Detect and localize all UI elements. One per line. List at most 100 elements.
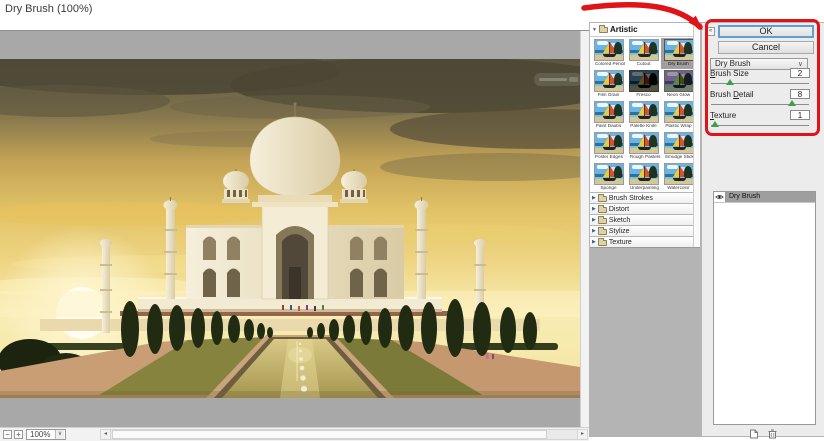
filter-controls-pane: « OK Cancel Dry Brush ∨ Brush Size 2 Bru… bbox=[701, 22, 824, 439]
triangle-right-icon: ▶ bbox=[592, 217, 596, 223]
filter-thumbnail-image bbox=[593, 163, 624, 185]
filter-thumbnail-label: Poster Edges bbox=[594, 155, 623, 160]
filter-thumbnail-label: Palette Knife bbox=[630, 124, 657, 129]
filter-thumbnail[interactable]: Paint Daubs bbox=[591, 100, 626, 131]
filter-thumbnail[interactable]: Fresco bbox=[626, 69, 661, 100]
folder-icon bbox=[597, 226, 607, 235]
filter-thumbnail-label: Sponge bbox=[600, 186, 617, 191]
filter-category-artistic[interactable]: ▼ Artistic bbox=[590, 23, 700, 37]
filter-category[interactable]: ▶ Texture bbox=[590, 236, 700, 247]
triangle-down-icon: ▼ bbox=[592, 26, 597, 33]
delete-effect-layer-icon[interactable] bbox=[768, 429, 777, 439]
category-label: Distort bbox=[608, 205, 630, 213]
gallery-scrollbar[interactable] bbox=[693, 23, 700, 247]
filter-thumbnail-image bbox=[628, 101, 659, 123]
filter-thumbnail-label: Smudge Stick bbox=[664, 155, 694, 160]
scrollbar-thumb[interactable] bbox=[112, 430, 547, 439]
filter-thumbnail[interactable]: Rough Pastels bbox=[626, 131, 661, 162]
filter-parameter: Brush Detail 8 bbox=[710, 88, 810, 109]
filter-thumbnail-image bbox=[628, 163, 659, 185]
folder-icon bbox=[597, 204, 607, 213]
filter-thumbnail-label: Plastic Wrap bbox=[665, 124, 692, 129]
ok-button[interactable]: OK bbox=[718, 25, 814, 38]
filter-thumbnail-label: Rough Pastels bbox=[629, 155, 661, 160]
filter-category[interactable]: ▶ Stylize bbox=[590, 225, 700, 236]
slider-track[interactable] bbox=[710, 79, 810, 87]
effect-layer-actions bbox=[702, 429, 824, 439]
filter-thumbnail[interactable]: Cutout bbox=[626, 38, 661, 69]
zoom-level-select[interactable]: 100% ∨ bbox=[26, 429, 66, 440]
filter-parameter: Brush Size 2 bbox=[710, 67, 810, 88]
filter-thumbnail[interactable]: Watercolor bbox=[661, 162, 696, 193]
triangle-right-icon: ▶ bbox=[592, 206, 596, 212]
filter-thumbnail[interactable]: Neon Glow bbox=[661, 69, 696, 100]
category-label: Sketch bbox=[608, 216, 631, 224]
preview-vertical-scrollbar[interactable] bbox=[580, 31, 589, 427]
eye-icon bbox=[715, 195, 724, 199]
filter-thumbnail-label: Neon Glow bbox=[666, 93, 691, 98]
filter-thumbnail-image bbox=[593, 132, 624, 154]
zoom-out-button[interactable]: − bbox=[3, 430, 12, 439]
slider-track[interactable] bbox=[710, 121, 810, 129]
filter-thumbnail-image bbox=[663, 163, 694, 185]
category-label: Brush Strokes bbox=[608, 194, 653, 202]
filter-thumbnail-label: Dry Brush bbox=[668, 62, 689, 67]
slider-value-input[interactable]: 8 bbox=[790, 89, 810, 99]
scroll-right-icon[interactable]: ▸ bbox=[577, 430, 587, 439]
filter-thumbnail-label: Film Grain bbox=[597, 93, 620, 98]
preview-image[interactable] bbox=[0, 59, 580, 398]
filter-thumbnail[interactable]: Dry Brush bbox=[661, 38, 696, 69]
slider-value-input[interactable]: 1 bbox=[790, 110, 810, 120]
filter-thumbnail-label: Fresco bbox=[636, 93, 651, 98]
zoom-in-button[interactable]: + bbox=[14, 430, 23, 439]
filter-thumbnail[interactable]: Film Grain bbox=[591, 69, 626, 100]
slider-thumb[interactable] bbox=[788, 100, 796, 106]
collapse-thumbnails-button[interactable]: « bbox=[706, 27, 715, 36]
folder-icon bbox=[598, 25, 608, 33]
filter-thumbnail[interactable]: Sponge bbox=[591, 162, 626, 193]
triangle-right-icon: ▶ bbox=[592, 195, 596, 201]
filter-thumbnail-image bbox=[663, 70, 694, 92]
slider-value-input[interactable]: 2 bbox=[790, 68, 810, 78]
folder-icon bbox=[597, 193, 607, 202]
filter-gallery-pane: ▼ Artistic Colored Pencil Cutout Dry Bru… bbox=[589, 22, 701, 437]
folder-icon bbox=[597, 237, 607, 246]
filter-category[interactable]: ▶ Distort bbox=[590, 203, 700, 214]
scroll-left-icon[interactable]: ◂ bbox=[101, 430, 111, 439]
triangle-right-icon: ▶ bbox=[592, 239, 596, 245]
effect-layer-list: Dry Brush bbox=[713, 191, 816, 425]
preview-pane: − + 100% ∨ ◂ ▸ bbox=[0, 30, 589, 441]
filter-thumbnail-label: Paint Daubs bbox=[595, 124, 622, 129]
filter-thumbnail-label: Underpainting bbox=[629, 186, 659, 191]
category-label: Stylize bbox=[608, 227, 630, 235]
filter-parameter: Texture 1 bbox=[710, 109, 810, 130]
filter-thumbnail[interactable]: Plastic Wrap bbox=[661, 100, 696, 131]
filter-thumbnail[interactable]: Palette Knife bbox=[626, 100, 661, 131]
effect-layer-row[interactable]: Dry Brush bbox=[714, 192, 815, 203]
filter-category[interactable]: ▶ Brush Strokes bbox=[590, 192, 700, 203]
filter-thumbnail-image bbox=[663, 39, 694, 61]
folder-icon bbox=[597, 215, 607, 224]
filter-thumbnail-image bbox=[628, 39, 659, 61]
filter-parameters: Brush Size 2 Brush Detail 8 Texture 1 bbox=[710, 67, 810, 130]
filter-thumbnail[interactable]: Colored Pencil bbox=[591, 38, 626, 69]
filter-category[interactable]: ▶ Sketch bbox=[590, 214, 700, 225]
visibility-toggle[interactable] bbox=[714, 192, 726, 202]
new-effect-layer-icon[interactable] bbox=[749, 429, 759, 439]
filter-thumbnail[interactable]: Poster Edges bbox=[591, 131, 626, 162]
slider-track[interactable] bbox=[710, 100, 810, 108]
filter-thumbnail[interactable]: Underpainting bbox=[626, 162, 661, 193]
filter-thumbnail[interactable]: Smudge Stick bbox=[661, 131, 696, 162]
filter-thumbnail-image bbox=[593, 70, 624, 92]
cancel-button[interactable]: Cancel bbox=[718, 41, 814, 54]
filter-thumbnail-image bbox=[628, 70, 659, 92]
preview-status-bar: − + 100% ∨ ◂ ▸ bbox=[0, 427, 589, 441]
slider-thumb[interactable] bbox=[726, 79, 734, 85]
preview-horizontal-scrollbar[interactable]: ◂ ▸ bbox=[100, 429, 588, 440]
gallery-empty-area bbox=[590, 247, 700, 436]
effect-layer-label: Dry Brush bbox=[726, 192, 815, 202]
slider-thumb[interactable] bbox=[711, 121, 719, 127]
filter-thumbnail-label: Colored Pencil bbox=[594, 62, 626, 67]
zoom-level-value: 100% bbox=[30, 430, 51, 439]
filter-thumbnail-label: Watercolor bbox=[667, 186, 690, 191]
